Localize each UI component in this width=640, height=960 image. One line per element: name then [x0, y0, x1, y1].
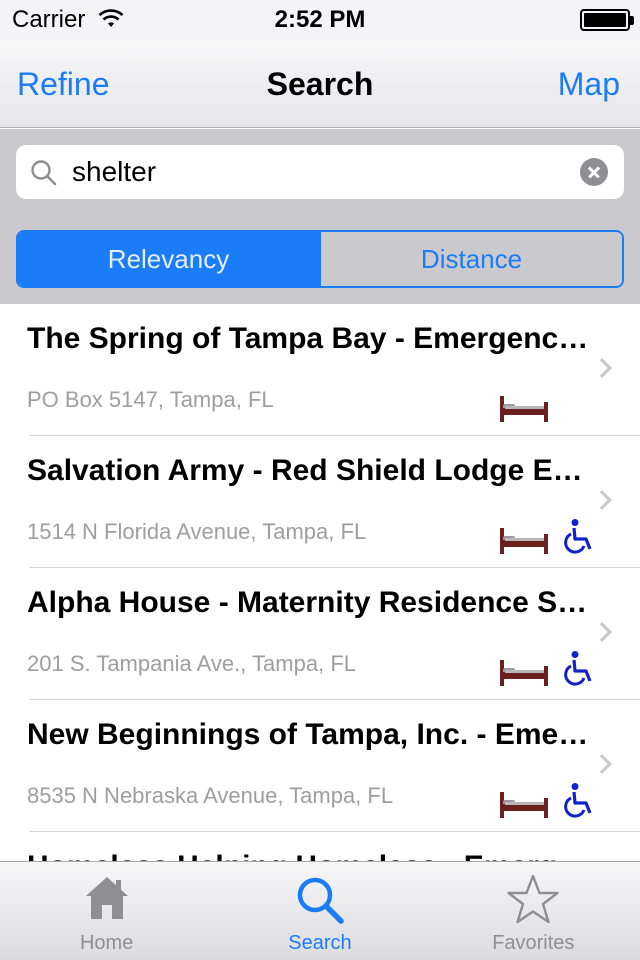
result-address: 8535 N Nebraska Avenue, Tampa, FL [27, 783, 394, 808]
result-title: Homeless Helping Homeless - Emergency Sh… [27, 850, 592, 861]
tab-label: Search [288, 932, 352, 954]
segment-distance[interactable]: Distance [319, 232, 622, 286]
search-area: Relevancy Distance [0, 129, 640, 304]
search-input[interactable] [72, 153, 572, 191]
tab-home[interactable]: Home [0, 862, 213, 960]
wheelchair-icon [562, 782, 598, 823]
bed-icon [500, 658, 548, 691]
list-item[interactable]: Homeless Helping Homeless - Emergency Sh… [0, 832, 640, 861]
status-bar: Carrier 2:52 PM [0, 0, 640, 40]
clock: 2:52 PM [274, 6, 366, 33]
battery-icon [580, 9, 630, 31]
tab-favorites[interactable]: Favorites [427, 862, 640, 960]
result-title: The Spring of Tampa Bay - Emergency Shel… [27, 322, 592, 355]
refine-button[interactable]: Refine [17, 66, 110, 103]
bed-icon [500, 526, 548, 559]
results-list: The Spring of Tampa Bay - Emergency Shel… [0, 304, 640, 861]
tab-label: Home [79, 932, 134, 954]
tab-search[interactable]: Search [213, 862, 426, 960]
result-address: 1514 N Florida Avenue, Tampa, FL [27, 519, 367, 544]
search-icon [294, 874, 346, 931]
result-title: Salvation Army - Red Shield Lodge Emerge… [27, 454, 592, 487]
navigation-bar: Refine Search Map [0, 40, 640, 128]
battery-tip [630, 16, 634, 25]
chevron-right-icon [592, 358, 612, 378]
result-address: 201 S. Tampania Ave., Tampa, FL [27, 651, 356, 676]
segment-relevancy[interactable]: Relevancy [18, 232, 319, 286]
chevron-right-icon [592, 490, 612, 510]
chevron-right-icon [592, 754, 612, 774]
magnifier-icon [30, 159, 58, 192]
search-field[interactable] [16, 145, 624, 199]
list-item[interactable]: The Spring of Tampa Bay - Emergency Shel… [0, 304, 640, 436]
wheelchair-icon [562, 650, 598, 691]
clear-search-icon[interactable] [580, 158, 608, 186]
star-icon [506, 874, 560, 931]
map-button[interactable]: Map [558, 66, 620, 103]
tab-label: Favorites [492, 932, 575, 954]
list-item[interactable]: New Beginnings of Tampa, Inc. - Emergenc… [0, 700, 640, 832]
list-item[interactable]: Salvation Army - Red Shield Lodge Emerge… [0, 436, 640, 568]
result-title: Alpha House - Maternity Residence Shelte… [27, 586, 592, 619]
sort-segmented-control: Relevancy Distance [16, 230, 624, 288]
list-item[interactable]: Alpha House - Maternity Residence Shelte… [0, 568, 640, 700]
chevron-right-icon [592, 622, 612, 642]
bed-icon [500, 790, 548, 823]
bed-icon [500, 394, 548, 427]
tab-bar: Home Search Favorites [0, 861, 640, 960]
result-address: PO Box 5147, Tampa, FL [27, 387, 274, 412]
result-title: New Beginnings of Tampa, Inc. - Emergenc… [27, 718, 592, 751]
wheelchair-icon [562, 518, 598, 559]
house-icon [83, 874, 131, 927]
